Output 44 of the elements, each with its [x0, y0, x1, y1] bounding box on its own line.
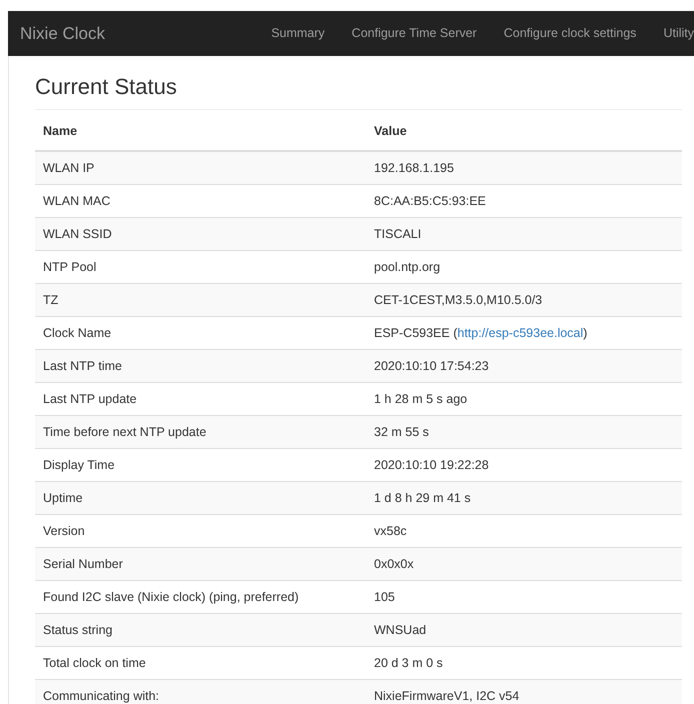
table-cell-text: vx58c	[374, 522, 407, 540]
table-cell-text: CET-1CEST,M3.5.0,M10.5.0/3	[374, 292, 542, 309]
table-cell-text: WLAN IP	[42, 160, 96, 177]
table-cell-text: Serial Number	[42, 556, 124, 573]
nav-link[interactable]: Configure Time Server	[352, 24, 477, 43]
table-cell-text: Clock Name	[42, 324, 112, 342]
table-cell-text: Found I2C slave (Nixie clock) (ping, preferred)	[42, 588, 300, 606]
table-cell-text: 1 h 28 m 5 s ago	[374, 390, 468, 408]
table-cell-text: Time before next NTP update	[42, 424, 208, 441]
brand-link[interactable]: Nixie Clock	[20, 20, 106, 46]
table-cell-text: 1 d 8 h 29 m 41 s	[374, 490, 471, 507]
table-cell-text: 32 m 55 s	[374, 424, 429, 441]
table-cell-text: Display Time	[42, 456, 116, 474]
table-cell-text: Communicating with:	[42, 688, 160, 704]
column-header: Value	[373, 123, 407, 140]
table-cell-text: WLAN MAC	[42, 192, 112, 210]
table-cell-text: 20 d 3 m 0 s	[374, 654, 443, 672]
table-cell-text: WNSUad	[374, 622, 426, 639]
table-cell-text: Total clock on time	[42, 654, 147, 672]
table-cell-text: 192.168.1.195	[374, 160, 454, 177]
table-cell-text: Version	[42, 522, 86, 540]
table-cell-text: Last NTP time	[42, 358, 123, 375]
table-cell-text: 105	[374, 588, 395, 606]
column-header: Name	[42, 123, 78, 140]
table-cell-text: pool.ntp.org	[374, 258, 440, 276]
table-cell-text: TISCALI	[374, 226, 422, 243]
table-cell-text: 2020:10:10 19:22:28	[374, 456, 489, 474]
link[interactable]: http://esp-c593ee.local	[457, 324, 584, 342]
table-cell-text: TZ	[42, 292, 60, 309]
nav-link[interactable]: Configure clock settings	[504, 24, 636, 43]
page-heading: Current Status	[35, 56, 682, 110]
table-cell-text: Last NTP update	[42, 390, 138, 408]
nav-link[interactable]: Summary	[271, 24, 325, 43]
nav-link[interactable]: Utility	[663, 24, 694, 43]
table-cell-text: )	[583, 324, 588, 342]
table-cell-text: NixieFirmwareV1, I2C v54	[374, 688, 520, 704]
table-cell-text: 2020:10:10 17:54:23	[374, 358, 489, 375]
table-cell-text: NTP Pool	[42, 258, 98, 276]
table-cell-text: 0x0x0x	[374, 556, 414, 573]
table-cell-text: WLAN SSID	[42, 226, 113, 243]
table-cell-text: Status string	[42, 622, 114, 639]
table-cell-text: 8C:AA:B5:C5:93:EE	[374, 192, 486, 210]
table-cell-text: ESP-C593EE (	[374, 324, 458, 342]
table-cell-text: Uptime	[42, 490, 84, 507]
